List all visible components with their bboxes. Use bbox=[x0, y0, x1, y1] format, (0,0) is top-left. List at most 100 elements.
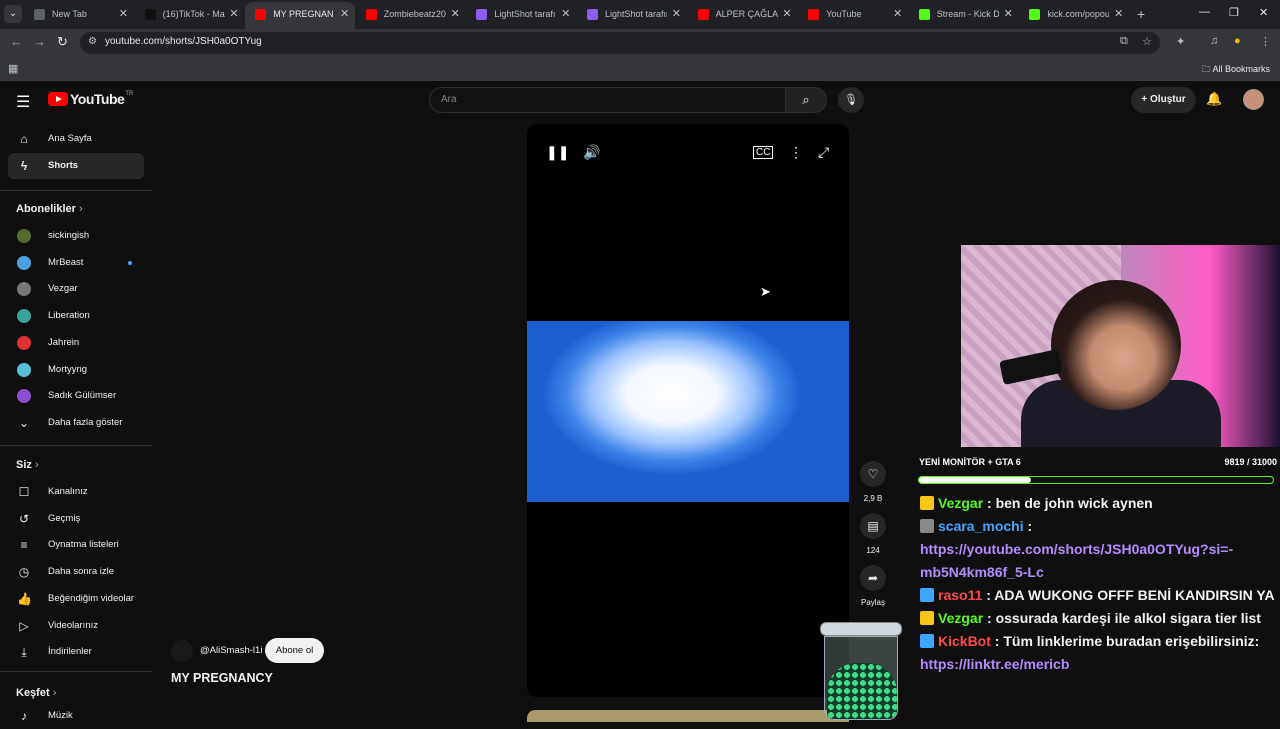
back-button[interactable]: ← bbox=[10, 34, 23, 49]
watch-later-icon: ◷ bbox=[18, 565, 30, 580]
sidebar-item-label: Sadık Gülümser bbox=[48, 390, 117, 402]
sidebar-item[interactable]: Liberation bbox=[8, 303, 144, 329]
browser-tab[interactable]: MY PREGNAN ✕ bbox=[245, 2, 356, 29]
volume-icon[interactable]: 🔊 bbox=[583, 144, 600, 161]
browser-tab[interactable]: LightShot tarafınd ✕ bbox=[466, 2, 576, 29]
subscribe-button[interactable]: Abone ol bbox=[265, 638, 324, 663]
chat-username[interactable]: KickBot bbox=[938, 633, 991, 649]
chat-username[interactable]: scara_mochi bbox=[938, 518, 1024, 534]
sidebar-section-header[interactable]: Abonelikler › bbox=[16, 203, 83, 215]
more-options-icon[interactable]: ⋮ bbox=[789, 144, 803, 161]
browser-tab[interactable]: New Tab ✕ bbox=[24, 2, 134, 29]
youtube-logo[interactable]: YouTube TR bbox=[48, 91, 133, 107]
tab-close-icon[interactable]: ✕ bbox=[1004, 2, 1013, 27]
maximize-button[interactable]: ❐ bbox=[1229, 6, 1239, 19]
tab-close-icon[interactable]: ✕ bbox=[561, 2, 570, 27]
pause-icon[interactable]: ❚❚ bbox=[546, 144, 569, 161]
channel-handle[interactable]: @AliSmash-l1i bbox=[200, 645, 262, 656]
sidebar-item[interactable]: ⤓ İndirilenler bbox=[8, 639, 144, 665]
browser-tab[interactable]: YouTube ✕ bbox=[798, 2, 908, 29]
tab-close-icon[interactable]: ✕ bbox=[229, 2, 238, 27]
chat-badge-icon bbox=[920, 634, 934, 648]
share-button[interactable]: ➦ bbox=[860, 565, 886, 591]
search-placeholder: Ara bbox=[441, 94, 457, 105]
create-button[interactable]: + Oluştur bbox=[1131, 87, 1196, 113]
media-icon[interactable]: ♫ bbox=[1210, 35, 1218, 47]
browser-tab[interactable]: ALPER ÇAĞLAR Şi ✕ bbox=[688, 2, 798, 29]
shorts-player[interactable]: ❚❚ 🔊 CC ⋮ ⤢ bbox=[527, 124, 849, 697]
streamer-head bbox=[1051, 280, 1181, 410]
captions-icon[interactable]: CC bbox=[753, 146, 774, 159]
notifications-icon[interactable]: 🔔 bbox=[1206, 91, 1222, 107]
sidebar-item[interactable]: Sadık Gülümser bbox=[8, 383, 144, 409]
sidebar-item[interactable]: ≡ Oynatma listeleri bbox=[8, 532, 144, 558]
install-icon[interactable]: ⧉ bbox=[1120, 35, 1128, 48]
apps-icon[interactable]: ▦ bbox=[8, 62, 18, 75]
sidebar-item[interactable]: Jahrein bbox=[8, 330, 144, 356]
channel-avatar[interactable] bbox=[171, 640, 193, 662]
fullscreen-icon[interactable]: ⤢ bbox=[818, 144, 829, 161]
home-icon: ⌂ bbox=[20, 132, 28, 146]
tab-close-icon[interactable]: ✕ bbox=[340, 2, 349, 27]
reload-button[interactable]: ↻ bbox=[57, 34, 68, 50]
browser-tab[interactable]: kick.com/popout ✕ bbox=[1019, 2, 1129, 29]
sidebar-item[interactable]: ♪ Müzik bbox=[8, 703, 144, 729]
forward-button[interactable]: → bbox=[33, 34, 46, 49]
sidebar-item[interactable]: MrBeast bbox=[8, 250, 144, 276]
channel-avatar-icon bbox=[17, 389, 31, 404]
tab-search-button[interactable]: ⌄ bbox=[4, 5, 22, 23]
browser-tab[interactable]: Stream - Kick Das ✕ bbox=[909, 2, 1019, 29]
minimize-button[interactable]: — bbox=[1199, 6, 1210, 18]
sidebar-item[interactable]: ☐ Kanalınız bbox=[8, 479, 144, 505]
tab-title: Zombiebeatz200 bbox=[383, 9, 446, 19]
window-close-button[interactable]: ✕ bbox=[1259, 6, 1268, 19]
chat-link[interactable]: https://youtube.com/shorts/JSH0a0OTYug?s… bbox=[920, 541, 1233, 580]
short-title[interactable]: MY PREGNANCY bbox=[171, 671, 273, 685]
menu-icon[interactable]: ⋮ bbox=[1260, 35, 1271, 48]
sidebar-item[interactable]: ◷ Daha sonra izle bbox=[8, 559, 144, 585]
chat-username[interactable]: Vezgar bbox=[938, 495, 983, 511]
next-short-preview[interactable] bbox=[527, 710, 849, 722]
tab-close-icon[interactable]: ✕ bbox=[893, 2, 902, 27]
sidebar-item[interactable]: ϟ Shorts bbox=[8, 152, 144, 179]
new-tab-button[interactable]: + bbox=[1137, 6, 1145, 22]
avatar[interactable] bbox=[1243, 89, 1264, 110]
address-bar[interactable]: ⚙ youtube.com/shorts/JSH0a0OTYug bbox=[80, 32, 1160, 54]
sidebar-item[interactable]: ↺ Geçmiş bbox=[8, 506, 144, 532]
tab-close-icon[interactable]: ✕ bbox=[782, 2, 791, 27]
sidebar-item[interactable]: sickingish bbox=[8, 223, 144, 249]
tab-close-icon[interactable]: ✕ bbox=[672, 2, 681, 27]
sidebar-item-label: Liberation bbox=[48, 310, 90, 322]
tab-close-icon[interactable]: ✕ bbox=[119, 2, 128, 27]
sidebar-item[interactable]: 👍 Beğendiğim videolar bbox=[8, 586, 144, 612]
browser-tab[interactable]: Zombiebeatz200 ✕ bbox=[356, 2, 466, 29]
search-input[interactable]: Ara bbox=[429, 87, 786, 113]
music-icon: ♪ bbox=[21, 709, 27, 723]
sidebar-item[interactable]: Mortyyng bbox=[8, 357, 144, 383]
tab-close-icon[interactable]: ✕ bbox=[1114, 2, 1123, 27]
browser-tab[interactable]: LightShot tarafınd ✕ bbox=[577, 2, 687, 29]
stream-chat: Vezgar : ben de john wick aynen scara_moc… bbox=[920, 492, 1280, 676]
hamburger-menu-icon[interactable]: ☰ bbox=[16, 92, 30, 112]
like-button[interactable]: ♡ bbox=[860, 461, 886, 487]
bookmark-star-icon[interactable]: ☆ bbox=[1142, 35, 1152, 48]
search-button[interactable]: ⌕ bbox=[786, 87, 827, 113]
cup-glass bbox=[824, 636, 898, 720]
sidebar-item[interactable]: ⌂ Ana Sayfa bbox=[8, 126, 144, 152]
comments-button[interactable]: ▤ bbox=[860, 513, 886, 539]
sidebar-item[interactable]: ▷ Videolarınız bbox=[8, 613, 144, 639]
sidebar-item[interactable]: ⌄ Daha fazla göster bbox=[8, 410, 144, 436]
tab-close-icon[interactable]: ✕ bbox=[451, 2, 460, 27]
chat-username[interactable]: Vezgar bbox=[938, 610, 983, 626]
chat-username[interactable]: raso11 bbox=[938, 587, 982, 603]
all-bookmarks-button[interactable]: 🗀 All Bookmarks bbox=[1201, 62, 1270, 78]
voice-search-icon[interactable]: 🎙 bbox=[838, 87, 864, 113]
sidebar-section-header[interactable]: Siz › bbox=[16, 459, 39, 471]
site-info-icon[interactable]: ⚙ bbox=[88, 36, 97, 47]
extensions-icon[interactable]: ✦ bbox=[1176, 35, 1185, 48]
sidebar-section-header[interactable]: Keşfet › bbox=[16, 687, 56, 699]
sidebar-item[interactable]: Vezgar bbox=[8, 276, 144, 302]
profile-icon[interactable]: ● bbox=[1234, 35, 1241, 47]
chat-link[interactable]: https://linktr.ee/mericb bbox=[920, 656, 1069, 672]
browser-tab[interactable]: (16)TikTok - Make ✕ bbox=[135, 2, 245, 29]
